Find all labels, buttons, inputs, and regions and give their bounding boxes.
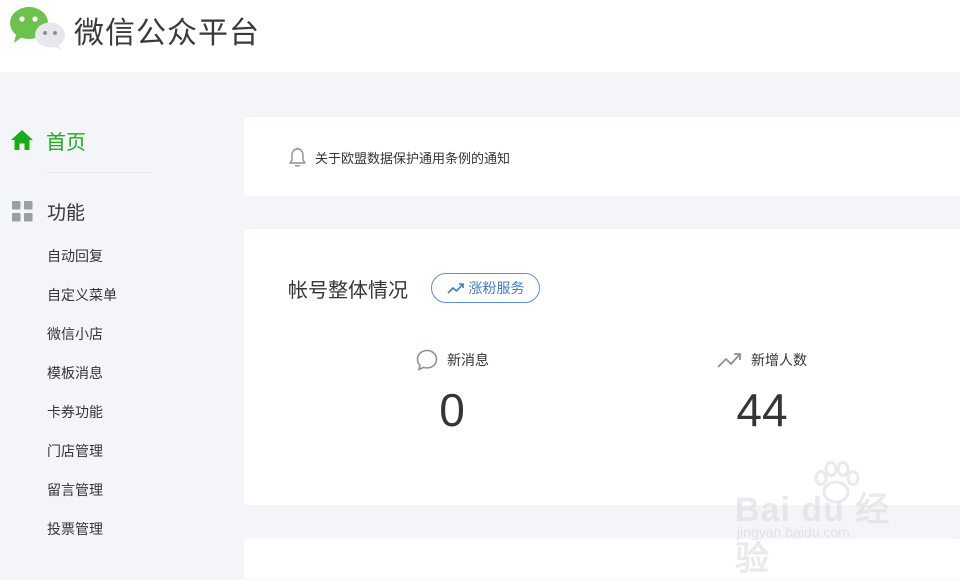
growth-service-label: 涨粉服务 [468, 281, 525, 297]
sidebar-item-custom-menu[interactable]: 自定义菜单 [47, 283, 117, 322]
watermark-url: jingyan.baidu.com [737, 524, 850, 540]
trend-up-icon [717, 353, 741, 368]
functions-submenu: 自动回复 自定义菜单 微信小店 模板消息 卡券功能 门店管理 留言管理 投票管理 [47, 244, 117, 556]
overview-title: 帐号整体情况 [288, 278, 408, 302]
notice-card: 关于欧盟数据保护通用条例的通知 [244, 117, 960, 196]
sidebar-item-label: 首页 [46, 129, 86, 154]
divider [47, 172, 151, 173]
baidu-watermark: Bai du 经验 jingyan.baidu.com [735, 461, 925, 578]
chat-bubble-icon [416, 349, 438, 371]
sidebar: 首页 功能 自动回复 自定义菜单 微信小店 模板消息 卡券功能 门店管理 留言管… [0, 72, 230, 564]
stat-label: 新增人数 [751, 353, 807, 369]
sidebar-item-auto-reply[interactable]: 自动回复 [47, 244, 117, 283]
stat-label: 新消息 [447, 353, 489, 369]
sidebar-item-wechat-store[interactable]: 微信小店 [47, 322, 117, 361]
notice-text: 关于欧盟数据保护通用条例的通知 [315, 152, 511, 167]
wechat-logo-icon[interactable] [8, 5, 66, 51]
sidebar-item-home[interactable]: 首页 [10, 122, 86, 158]
grid-icon [12, 200, 33, 221]
stat-new-followers[interactable]: 新增人数 44 [662, 347, 862, 437]
stat-value: 0 [439, 384, 465, 436]
growth-service-button[interactable]: 涨粉服务 [431, 273, 540, 303]
bell-icon [289, 147, 306, 167]
brand-title[interactable]: 微信公众平台 [74, 8, 260, 52]
stat-new-messages[interactable]: 新消息 0 [352, 347, 552, 437]
sidebar-item-functions[interactable]: 功能 [12, 196, 85, 226]
sidebar-item-label: 功能 [47, 201, 86, 224]
top-bar: 微信公众平台 [0, 0, 960, 72]
home-icon [11, 130, 33, 150]
sidebar-item-vote-management[interactable]: 投票管理 [47, 517, 117, 556]
stat-value: 44 [736, 384, 788, 436]
sidebar-item-template-message[interactable]: 模板消息 [47, 361, 117, 400]
sidebar-item-store-management[interactable]: 门店管理 [47, 439, 117, 478]
notice-link[interactable]: 关于欧盟数据保护通用条例的通知 [288, 147, 510, 168]
sidebar-item-comment-management[interactable]: 留言管理 [47, 478, 117, 517]
trend-up-icon [446, 283, 464, 294]
sidebar-item-card-coupons[interactable]: 卡券功能 [47, 400, 117, 439]
